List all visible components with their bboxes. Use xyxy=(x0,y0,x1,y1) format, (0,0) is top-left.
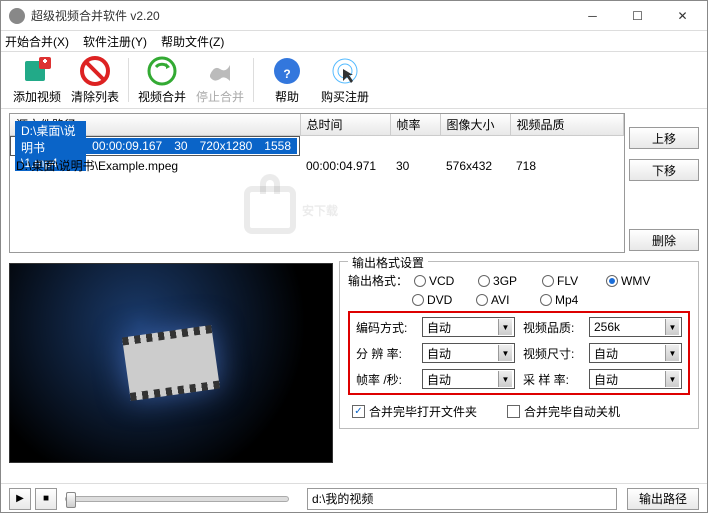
add-icon xyxy=(21,55,53,87)
resolution-select[interactable]: 自动▼ xyxy=(422,343,515,363)
video-preview xyxy=(9,263,333,463)
window-title: 超级视频合并软件 v2.20 xyxy=(31,7,570,24)
fps-label: 帧率 /秒: xyxy=(356,371,414,388)
file-table[interactable]: 源文件路径 总时间 帧率 图像大小 视频品质 D:\桌面\说明书\1.mp4 0… xyxy=(9,113,625,253)
radio-flv[interactable]: FLV xyxy=(542,274,600,288)
fps-select[interactable]: 自动▼ xyxy=(422,369,515,389)
radio-mp4[interactable]: Mp4 xyxy=(540,293,598,307)
col-quality[interactable]: 视频品质 xyxy=(510,114,624,136)
menu-start[interactable]: 开始合并(X) xyxy=(5,33,69,50)
radio-dvd[interactable]: DVD xyxy=(412,293,470,307)
merge-icon xyxy=(146,55,178,87)
resolution-label: 分 辨 率: xyxy=(356,345,414,362)
sample-rate-select[interactable]: 自动▼ xyxy=(589,369,682,389)
seek-slider[interactable] xyxy=(65,496,289,502)
video-size-label: 视频尺寸: xyxy=(523,345,581,362)
move-down-button[interactable]: 下移 xyxy=(629,159,699,181)
clear-list-label: 清除列表 xyxy=(71,88,119,105)
col-duration[interactable]: 总时间 xyxy=(300,114,390,136)
video-quality-select[interactable]: 256k▼ xyxy=(589,317,682,337)
shutdown-checkbox[interactable]: 合并完毕自动关机 xyxy=(507,403,620,420)
toolbar: 添加视频 清除列表 视频合并 停止合并 ? 帮助 购买注册 xyxy=(1,51,707,109)
radio-vcd[interactable]: VCD xyxy=(414,274,472,288)
maximize-button[interactable]: ☐ xyxy=(615,2,660,30)
radio-avi[interactable]: AVI xyxy=(476,293,534,307)
toolbar-separator xyxy=(253,58,254,102)
minimize-button[interactable]: ─ xyxy=(570,2,615,30)
chevron-down-icon: ▼ xyxy=(498,371,512,387)
merge-button[interactable]: 视频合并 xyxy=(134,55,190,105)
chevron-down-icon: ▼ xyxy=(498,345,512,361)
stop-label: 停止合并 xyxy=(196,88,244,105)
help-button[interactable]: ? 帮助 xyxy=(259,55,315,105)
delete-button[interactable]: 删除 xyxy=(629,229,699,251)
output-path-input[interactable]: d:\我的视频 xyxy=(307,488,617,510)
menubar: 开始合并(X) 软件注册(Y) 帮助文件(Z) xyxy=(1,31,707,51)
move-up-button[interactable]: 上移 xyxy=(629,127,699,149)
buy-label: 购买注册 xyxy=(321,88,369,105)
video-quality-label: 视频品质: xyxy=(523,319,581,336)
chevron-down-icon: ▼ xyxy=(665,345,679,361)
chevron-down-icon: ▼ xyxy=(498,319,512,335)
radio-3gp[interactable]: 3GP xyxy=(478,274,536,288)
col-fps[interactable]: 帧率 xyxy=(390,114,440,136)
help-icon: ? xyxy=(271,55,303,87)
svg-text:?: ? xyxy=(283,67,290,81)
output-path-button[interactable]: 输出路径 xyxy=(627,488,699,510)
add-video-button[interactable]: 添加视频 xyxy=(9,55,65,105)
app-icon xyxy=(9,8,25,24)
chevron-down-icon: ▼ xyxy=(665,319,679,335)
play-button[interactable]: ▶ xyxy=(9,488,31,510)
stop-playback-button[interactable]: ■ xyxy=(35,488,57,510)
toolbar-separator xyxy=(128,58,129,102)
help-label: 帮助 xyxy=(275,88,299,105)
col-size[interactable]: 图像大小 xyxy=(440,114,510,136)
open-folder-checkbox[interactable]: ✓合并完毕打开文件夹 xyxy=(352,403,477,420)
stop-button: 停止合并 xyxy=(192,55,248,105)
output-settings-group: 输出格式设置 输出格式： VCD 3GP FLV WMV DVD AVI Mp4… xyxy=(339,261,699,429)
cursor-icon xyxy=(329,55,361,87)
table-row[interactable]: D:\桌面\说明书\1.mp4 00:00:09.167 30 720x1280… xyxy=(10,136,300,156)
add-video-label: 添加视频 xyxy=(13,88,61,105)
clear-list-button[interactable]: 清除列表 xyxy=(67,55,123,105)
titlebar: 超级视频合并软件 v2.20 ─ ☐ ✕ xyxy=(1,1,707,31)
merge-label: 视频合并 xyxy=(138,88,186,105)
bottom-bar: ▶ ■ d:\我的视频 输出路径 xyxy=(1,483,707,513)
video-size-select[interactable]: 自动▼ xyxy=(589,343,682,363)
forbidden-icon xyxy=(79,55,111,87)
slider-thumb[interactable] xyxy=(66,492,76,508)
table-row[interactable]: D:\桌面\说明书\Example.mpeg 00:00:04.971 30 5… xyxy=(10,156,624,175)
highlighted-params: 编码方式: 自动▼ 视频品质: 256k▼ 分 辨 率: 自动▼ 视频尺寸: 自… xyxy=(348,311,690,395)
encoding-label: 编码方式: xyxy=(356,319,414,336)
buy-button[interactable]: 购买注册 xyxy=(317,55,373,105)
format-label: 输出格式： xyxy=(348,272,408,289)
stop-icon xyxy=(204,55,236,87)
film-icon xyxy=(122,327,219,399)
encoding-select[interactable]: 自动▼ xyxy=(422,317,515,337)
chevron-down-icon: ▼ xyxy=(665,371,679,387)
settings-legend: 输出格式设置 xyxy=(348,254,428,271)
radio-wmv[interactable]: WMV xyxy=(606,274,664,288)
sample-rate-label: 采 样 率: xyxy=(523,371,581,388)
close-button[interactable]: ✕ xyxy=(660,2,705,30)
menu-help[interactable]: 帮助文件(Z) xyxy=(161,33,224,50)
menu-register[interactable]: 软件注册(Y) xyxy=(83,33,147,50)
